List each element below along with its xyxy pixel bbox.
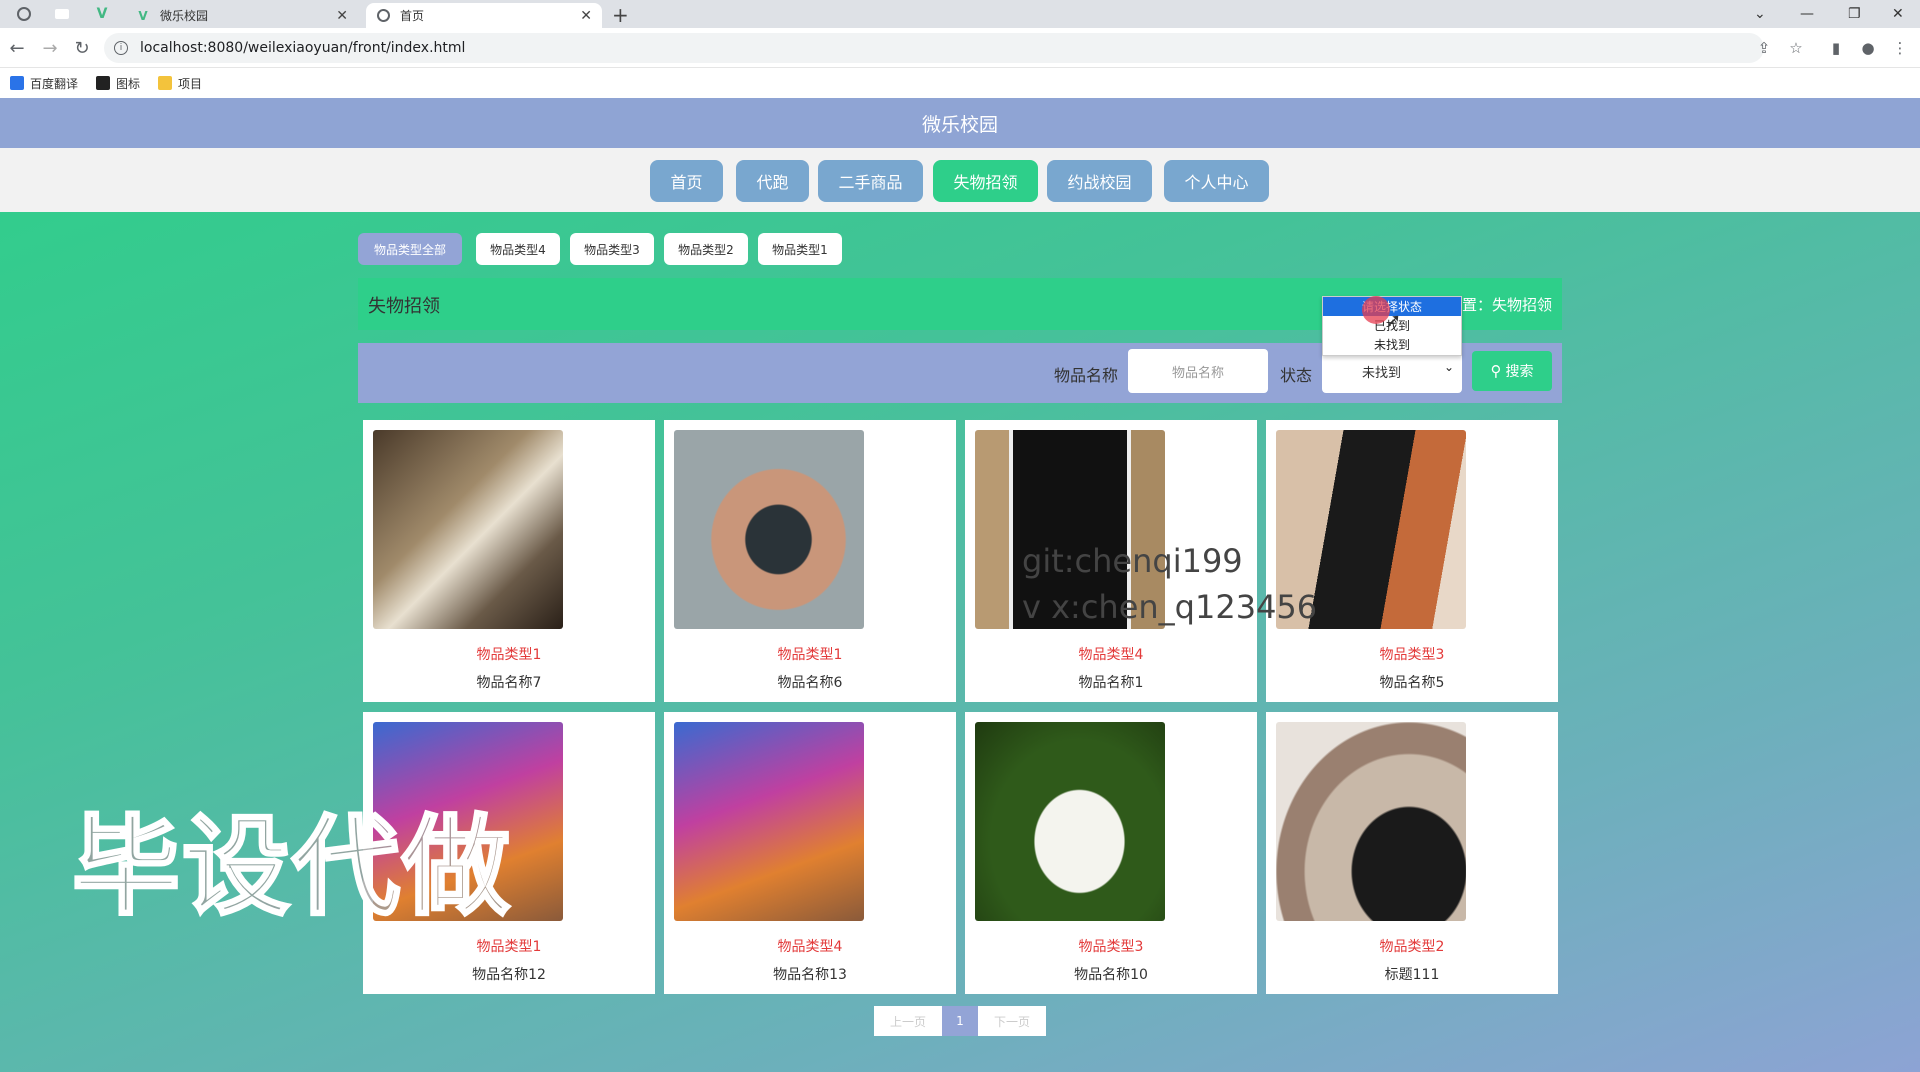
search-icon: ⚲ (1490, 362, 1502, 380)
tab-title: 微乐校园 (160, 9, 209, 23)
bookmark-icons[interactable]: 图标 (96, 75, 140, 92)
search-button-label: 搜索 (1505, 364, 1534, 380)
book-grass-photo (975, 722, 1165, 921)
item-name: 物品名称5 (1379, 675, 1445, 691)
next-page-button[interactable]: 下一页 (978, 1006, 1046, 1036)
sidepanel-icon[interactable]: ▮ (1828, 39, 1844, 57)
item-name: 物品名称13 (773, 967, 847, 983)
item-name: 物品名称7 (476, 675, 542, 691)
info-icon[interactable]: i (114, 41, 128, 55)
item-type: 物品类型3 (1379, 647, 1445, 663)
category-type1[interactable]: 物品类型1 (758, 233, 842, 265)
close-icon[interactable]: ✕ (336, 8, 348, 24)
tab-weile[interactable]: V 微乐校园 ✕ (126, 3, 358, 28)
main-menu: 首页 代跑 二手商品 失物招领 约战校园 个人中心 (0, 148, 1920, 212)
globe-icon (17, 7, 31, 21)
item-type: 物品类型3 (1078, 939, 1144, 955)
address-bar-row: ← → ↻ i localhost:8080/weilexiaoyuan/fro… (0, 28, 1920, 68)
bookmark-label: 百度翻译 (30, 76, 79, 91)
lost-item-card[interactable]: 物品类型4 物品名称13 (664, 712, 956, 994)
window-close-icon[interactable]: ✕ (1892, 0, 1904, 28)
more-icon[interactable]: ⋮ (1892, 39, 1908, 57)
old-phone-photo (674, 430, 864, 629)
status-label: 状态 (1280, 366, 1313, 385)
pinned-tab-2[interactable] (52, 0, 72, 28)
item-type: 物品类型4 (1078, 647, 1144, 663)
menu-secondhand[interactable]: 二手商品 (818, 160, 923, 202)
item-name-input[interactable]: 物品名称 (1128, 349, 1268, 393)
category-type2[interactable]: 物品类型2 (664, 233, 748, 265)
site-title: 微乐校园 (0, 98, 1920, 148)
chevron-down-icon: ⌄ (1443, 360, 1454, 374)
item-name: 物品名称12 (472, 967, 546, 983)
watermark-git: git:chenqi199 (1022, 542, 1243, 580)
url-text: localhost:8080/weilexiaoyuan/front/index… (140, 40, 466, 56)
lost-item-card[interactable]: 物品类型1 物品名称6 (664, 420, 956, 702)
close-icon[interactable]: ✕ (580, 8, 592, 24)
menu-campus-battle[interactable]: 约战校园 (1047, 160, 1152, 202)
mouse-cursor-icon: ➚ (1386, 310, 1402, 331)
vue-logo-icon: V (138, 8, 148, 23)
page-1-button[interactable]: 1 (942, 1006, 978, 1036)
category-type3[interactable]: 物品类型3 (570, 233, 654, 265)
lost-item-card[interactable]: 物品类型3 物品名称10 (965, 712, 1257, 994)
menu-personal-center[interactable]: 个人中心 (1164, 160, 1269, 202)
tab-title: 首页 (400, 9, 425, 23)
star-icon[interactable]: ☆ (1788, 39, 1804, 57)
reload-icon[interactable]: ↻ (72, 36, 92, 60)
status-option-not-found[interactable]: 未找到 (1323, 335, 1461, 354)
pinned-tab-3[interactable]: V (92, 0, 112, 28)
item-name: 标题111 (1384, 967, 1440, 983)
folder-icon (158, 76, 173, 90)
status-selected-value: 未找到 (1362, 365, 1402, 381)
notebook-photo (373, 430, 563, 629)
url-field[interactable]: i localhost:8080/weilexiaoyuan/front/ind… (104, 33, 1764, 63)
new-tab-button[interactable]: + (612, 3, 629, 27)
item-name: 物品名称1 (1078, 675, 1144, 691)
item-type: 物品类型1 (777, 647, 843, 663)
item-type: 物品类型2 (1379, 939, 1445, 955)
item-type: 物品类型4 (777, 939, 843, 955)
minimize-icon[interactable]: — (1800, 0, 1814, 28)
restore-icon[interactable]: ❐ (1848, 0, 1861, 28)
blank-page-icon (55, 9, 69, 19)
menu-errand[interactable]: 代跑 (736, 160, 809, 202)
watermark-promo: 毕设代做 (70, 804, 513, 932)
share-icon[interactable]: ⇪ (1756, 39, 1772, 57)
browser-tabbar: V V 微乐校园 ✕ 首页 ✕ + ⌄ — ❐ ✕ (0, 0, 1920, 28)
profile-icon[interactable]: ● (1860, 39, 1876, 57)
bookmark-project[interactable]: 项目 (158, 75, 202, 92)
smartphone-photo (674, 722, 864, 921)
bookmarks-bar: 百度翻译 图标 项目 (0, 68, 1920, 98)
name-label: 物品名称 (1054, 366, 1119, 385)
category-type4[interactable]: 物品类型4 (476, 233, 560, 265)
vue-logo-icon: V (96, 6, 108, 22)
image-icon (96, 76, 111, 90)
section-title: 失物招领 (368, 296, 440, 317)
tab-home[interactable]: 首页 ✕ (366, 3, 602, 28)
lost-item-card[interactable]: 物品类型3 物品名称5 (1266, 420, 1558, 702)
menu-home[interactable]: 首页 (650, 160, 723, 202)
pinned-tab-1[interactable] (14, 0, 34, 28)
prev-page-button[interactable]: 上一页 (874, 1006, 942, 1036)
search-button[interactable]: ⚲ 搜索 (1472, 351, 1552, 391)
chevron-down-icon[interactable]: ⌄ (1754, 0, 1766, 28)
translate-icon (10, 76, 24, 90)
bookmark-label: 项目 (178, 76, 203, 91)
menu-lost-found[interactable]: 失物招领 (933, 160, 1038, 202)
bookmark-label: 图标 (116, 76, 141, 91)
item-name: 物品名称6 (777, 675, 843, 691)
lost-item-card[interactable]: 物品类型1 物品名称7 (363, 420, 655, 702)
globe-icon (376, 9, 390, 23)
item-name: 物品名称10 (1074, 967, 1148, 983)
forward-icon[interactable]: → (40, 36, 60, 60)
person-photo (1276, 722, 1466, 921)
back-icon[interactable]: ← (7, 36, 27, 60)
bookmark-baidu-fanyi[interactable]: 百度翻译 (10, 75, 78, 92)
lost-item-card[interactable]: 物品类型2 标题111 (1266, 712, 1558, 994)
item-type: 物品类型1 (476, 939, 542, 955)
watermark-wechat: v x:chen_q123456 (1022, 588, 1318, 626)
item-type: 物品类型1 (476, 647, 542, 663)
category-all[interactable]: 物品类型全部 (358, 233, 462, 265)
